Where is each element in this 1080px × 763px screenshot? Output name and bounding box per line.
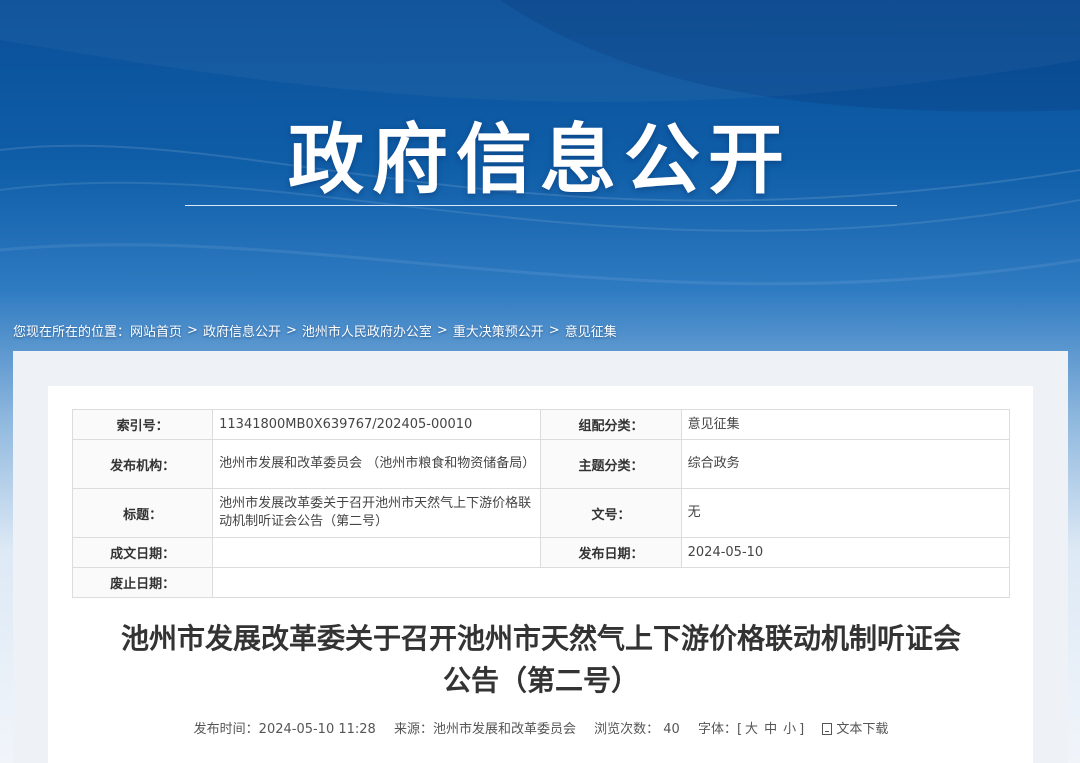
- article-title-line: 池州市发展改革委关于召开池州市天然气上下游价格联动机制听证会: [120, 622, 961, 655]
- breadcrumb-separator: >: [548, 322, 560, 338]
- breadcrumb-prefix: 您现在所在的位置：: [13, 324, 131, 340]
- view-count-value: 40: [663, 722, 680, 737]
- created-date-value: [212, 537, 542, 568]
- index-label: 索引号：: [71, 409, 214, 440]
- docno-label: 文号：: [540, 488, 682, 538]
- index-value: 11341800MB0X639767/202405-00010: [212, 409, 542, 440]
- table-row: 标题： 池州市发展改革委关于召开池州市天然气上下游价格联动机制听证会公告（第二号…: [71, 488, 1011, 538]
- topic-value: 综合政务: [680, 439, 1011, 489]
- abolished-date-label: 废止日期：: [71, 567, 214, 598]
- category-value: 意见征集: [680, 409, 1011, 440]
- breadcrumb-decision[interactable]: 重大决策预公开: [453, 321, 544, 340]
- breadcrumb-gov-info[interactable]: 政府信息公开: [203, 321, 281, 340]
- font-size-label: 字体：[: [697, 722, 743, 737]
- article-title: 池州市发展改革委关于召开池州市天然气上下游价格联动机制听证会 公告（第二号）: [72, 618, 1010, 702]
- category-label: 组配分类：: [540, 409, 682, 440]
- banner-divider: [185, 205, 897, 206]
- table-row: 发布机构： 池州市发展和改革委员会 （池州市粮食和物资储备局） 主题分类： 综合…: [71, 439, 1011, 489]
- table-row: 成文日期： 发布日期： 2024-05-10: [71, 537, 1011, 568]
- title-label: 标题：: [71, 488, 214, 538]
- created-date-label: 成文日期：: [71, 537, 214, 568]
- font-size-control: 字体：[大中小]: [698, 722, 804, 737]
- table-row: 废止日期：: [71, 567, 1010, 598]
- breadcrumb-separator: >: [187, 322, 198, 338]
- breadcrumb-separator: >: [285, 322, 297, 338]
- article-meta: 发布时间：2024-05-10 11:28 来源：池州市发展和改革委员会 浏览次…: [72, 718, 1010, 737]
- breadcrumb-current[interactable]: 意见征集: [565, 321, 617, 340]
- breadcrumb-separator: >: [436, 322, 448, 338]
- published-date-label: 发布日期：: [540, 537, 682, 568]
- banner-title: 政府信息公开: [288, 115, 792, 204]
- breadcrumb-home[interactable]: 网站首页: [130, 321, 182, 340]
- breadcrumb-office[interactable]: 池州市人民政府办公室: [302, 321, 432, 340]
- topic-label: 主题分类：: [540, 439, 682, 489]
- download-icon: [822, 723, 833, 735]
- metadata-table: 索引号： 11341800MB0X639767/202405-00010 组配分…: [71, 409, 1011, 598]
- title-value: 池州市发展改革委关于召开池州市天然气上下游价格联动机制听证会公告（第二号）: [212, 488, 542, 538]
- article-source: 来源：池州市发展和改革委员会: [393, 722, 576, 737]
- font-small-button[interactable]: 小: [783, 722, 796, 737]
- publish-time: 发布时间：2024-05-10 11:28: [193, 722, 376, 737]
- view-count-label: 浏览次数：: [594, 722, 660, 737]
- breadcrumb: 您现在所在的位置： 网站首页 > 政府信息公开 > 池州市人民政府办公室 > 重…: [13, 320, 617, 340]
- text-download-button[interactable]: 文本下载: [822, 722, 888, 737]
- font-size-close: ]: [799, 722, 805, 737]
- view-count: 浏览次数： 40: [594, 722, 680, 737]
- abolished-date-value: [212, 567, 1010, 598]
- docno-value: 无: [680, 488, 1011, 538]
- font-large-button[interactable]: 大: [745, 722, 758, 737]
- article-title-line: 公告（第二号）: [442, 664, 639, 697]
- org-value: 池州市发展和改革委员会 （池州市粮食和物资储备局）: [212, 439, 542, 489]
- published-date-value: 2024-05-10: [680, 537, 1011, 568]
- font-medium-button[interactable]: 中: [764, 722, 777, 737]
- text-download-label: 文本下载: [836, 722, 889, 737]
- org-label: 发布机构：: [71, 439, 214, 489]
- table-row: 索引号： 11341800MB0X639767/202405-00010 组配分…: [71, 409, 1011, 440]
